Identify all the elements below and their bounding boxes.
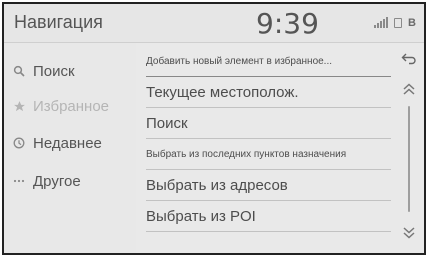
sidebar-item-label: Другое xyxy=(33,172,81,190)
sidebar-item-other[interactable]: Другое xyxy=(12,165,132,197)
sidebar-item-label: Недавнее xyxy=(33,134,102,152)
list-item-label: Выбрать из POI xyxy=(146,207,256,225)
back-button[interactable] xyxy=(396,46,422,76)
screen-frame: Навигация 9:39 B Поиск Избранное Недавне… xyxy=(2,2,426,255)
status-icons: B xyxy=(374,17,416,29)
sd-card-icon xyxy=(394,18,403,28)
scrollbar-track[interactable] xyxy=(408,106,410,212)
list-item-poi[interactable]: Выбрать из POI xyxy=(146,201,391,232)
list-item-search[interactable]: Поиск xyxy=(146,108,391,139)
sidebar-item-recent[interactable]: Недавнее xyxy=(12,127,132,159)
sidebar-item-favorites[interactable]: Избранное xyxy=(12,90,132,122)
scroll-down-button[interactable] xyxy=(398,224,420,246)
double-chevron-down-icon xyxy=(402,226,416,245)
back-arrow-icon xyxy=(401,52,417,70)
list-item-label: Добавить новый элемент в избранное... xyxy=(146,55,333,67)
list-item-label: Выбрать из последних пунктов назначения xyxy=(146,148,347,160)
list-item-label: Текущее местополож. xyxy=(146,83,299,101)
search-icon xyxy=(12,65,26,77)
list-item-addresses[interactable]: Выбрать из адресов xyxy=(146,170,391,201)
list-item-label: Поиск xyxy=(146,114,188,132)
list-item-label: Выбрать из адресов xyxy=(146,176,288,194)
signal-icon xyxy=(374,17,389,28)
sidebar-item-label: Избранное xyxy=(33,97,110,115)
sidebar-item-label: Поиск xyxy=(33,62,75,80)
list-item-recent-destinations[interactable]: Выбрать из последних пунктов назначения xyxy=(146,139,391,170)
bluetooth-icon: B xyxy=(408,17,416,29)
scroll-controls xyxy=(396,46,422,253)
clock-icon xyxy=(12,137,26,149)
more-icon xyxy=(12,179,26,183)
header-bar: Навигация 9:39 B xyxy=(4,4,424,43)
clock: 9:39 xyxy=(256,7,319,40)
page-title: Навигация xyxy=(14,12,103,32)
double-chevron-up-icon xyxy=(402,82,416,101)
favorites-list: Добавить новый элемент в избранное... Те… xyxy=(138,46,398,251)
scroll-up-button[interactable] xyxy=(398,80,420,102)
sidebar: Поиск Избранное Недавнее Другое xyxy=(4,43,136,253)
star-icon xyxy=(12,100,26,113)
list-item-add-favorite[interactable]: Добавить новый элемент в избранное... xyxy=(146,46,391,77)
sidebar-item-search[interactable]: Поиск xyxy=(12,55,132,87)
list-item-current-location[interactable]: Текущее местополож. xyxy=(146,77,391,108)
